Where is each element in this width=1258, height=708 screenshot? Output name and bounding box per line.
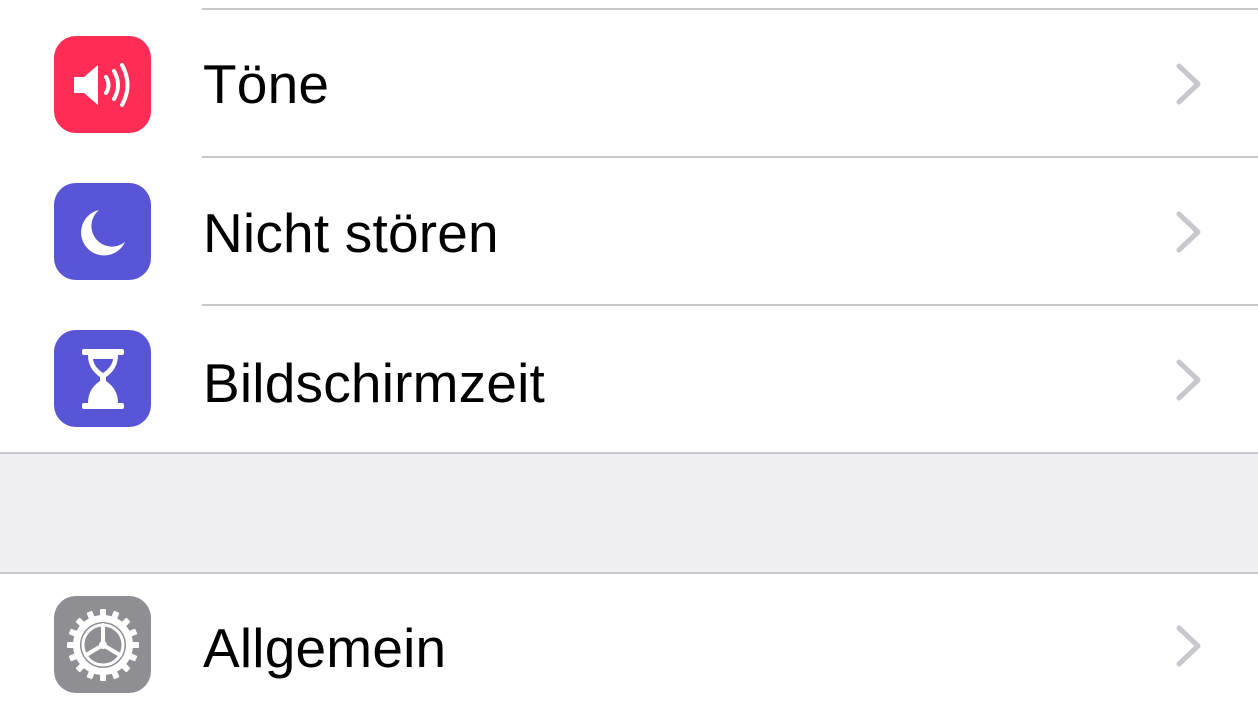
settings-row-label: Nicht stören: [203, 202, 499, 264]
section-gap: [0, 452, 1258, 572]
settings-row-label: Töne: [203, 53, 330, 115]
settings-screen: Töne Nicht stören Bildschirmzeit Allgeme…: [0, 0, 1258, 708]
settings-group-1: Töne Nicht stören Bildschirmzeit: [0, 0, 1258, 452]
chevron-right-icon: [1176, 63, 1201, 105]
moon-icon: [54, 183, 151, 280]
chevron-right-icon: [1176, 211, 1201, 253]
settings-row-label: Allgemein: [203, 617, 447, 679]
chevron-right-icon: [1176, 625, 1201, 667]
settings-row-do-not-disturb[interactable]: Nicht stören: [0, 158, 1258, 306]
settings-row-screen-time[interactable]: Bildschirmzeit: [0, 306, 1258, 452]
speaker-icon: [54, 36, 151, 133]
gear-icon: [54, 596, 151, 693]
settings-row-sounds[interactable]: Töne: [0, 10, 1258, 158]
settings-row-label: Bildschirmzeit: [203, 352, 546, 414]
hourglass-icon: [54, 330, 151, 427]
chevron-right-icon: [1176, 359, 1201, 401]
settings-group-2: Allgemein: [0, 572, 1258, 708]
settings-row-general[interactable]: Allgemein: [0, 572, 1258, 708]
